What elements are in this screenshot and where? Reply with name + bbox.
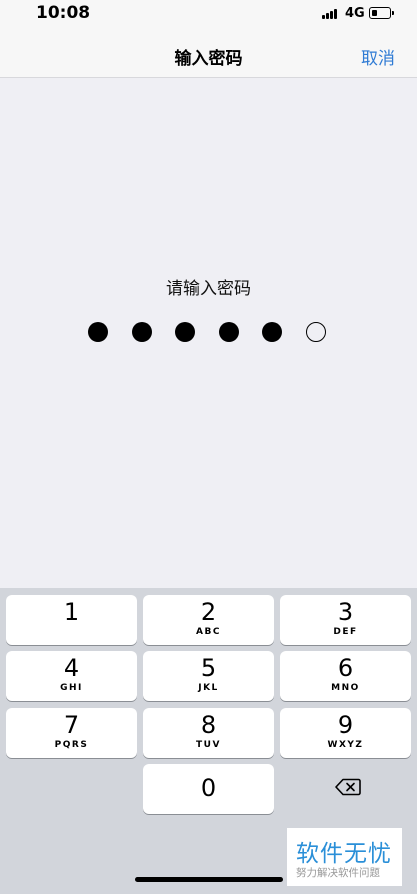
key-letters: PQRS xyxy=(54,740,89,750)
key-digit: 2 xyxy=(200,598,217,626)
watermark-subtitle: 努力解决软件问题 xyxy=(296,867,380,879)
key-3[interactable]: 3 DEF xyxy=(280,595,411,645)
status-time: 10:08 xyxy=(36,3,91,23)
key-digit: 9 xyxy=(337,711,354,739)
watermark-title: 软件无忧 xyxy=(296,841,392,867)
network-type: 4G xyxy=(345,6,365,21)
key-digit: 5 xyxy=(200,654,217,682)
key-letters: JKL xyxy=(198,683,219,693)
backspace-icon[interactable] xyxy=(335,778,361,796)
passcode-dots xyxy=(88,322,338,344)
home-indicator[interactable] xyxy=(135,877,283,882)
key-digit: 7 xyxy=(63,711,80,739)
passcode-dot-filled xyxy=(88,322,108,342)
key-8[interactable]: 8 TUV xyxy=(143,708,274,758)
watermark-logo: 软件无忧 努力解决软件问题 xyxy=(287,828,402,886)
key-digit: 3 xyxy=(337,598,354,626)
key-letters: ABC xyxy=(196,627,221,637)
cancel-button[interactable]: 取消 xyxy=(361,44,395,69)
passcode-dot-filled xyxy=(175,322,196,342)
key-letters: DEF xyxy=(333,627,358,637)
key-6[interactable]: 6 MNO xyxy=(280,651,411,701)
key-digit: 1 xyxy=(63,598,80,626)
key-letters: GHI xyxy=(60,683,83,693)
signal-icon xyxy=(322,8,340,19)
key-digit: 8 xyxy=(200,711,217,739)
key-letters: MNO xyxy=(331,683,360,693)
key-digit: 6 xyxy=(337,654,354,682)
status-bar: 10:08 4G xyxy=(0,0,417,28)
key-7[interactable]: 7 PQRS xyxy=(6,708,137,758)
passcode-dot-empty xyxy=(306,322,326,342)
key-0[interactable]: 0 xyxy=(143,764,274,814)
key-5[interactable]: 5 JKL xyxy=(143,651,274,701)
key-letters: TUV xyxy=(196,740,221,750)
key-9[interactable]: 9 WXYZ xyxy=(280,708,411,758)
battery-icon xyxy=(369,7,394,19)
key-digit: 4 xyxy=(63,654,80,682)
key-1[interactable]: 1 xyxy=(6,595,137,645)
passcode-dot-filled xyxy=(131,322,152,342)
key-letters: WXYZ xyxy=(327,740,364,750)
key-2[interactable]: 2 ABC xyxy=(143,595,274,645)
page-title: 输入密码 xyxy=(174,49,243,69)
passcode-dot-filled xyxy=(218,322,239,342)
passcode-dot-filled xyxy=(262,322,283,342)
nav-bar: 输入密码 取消 xyxy=(0,28,417,78)
key-digit: 0 xyxy=(200,774,217,802)
key-4[interactable]: 4 GHI xyxy=(6,651,137,701)
passcode-prompt: 请输入密码 xyxy=(166,279,251,299)
